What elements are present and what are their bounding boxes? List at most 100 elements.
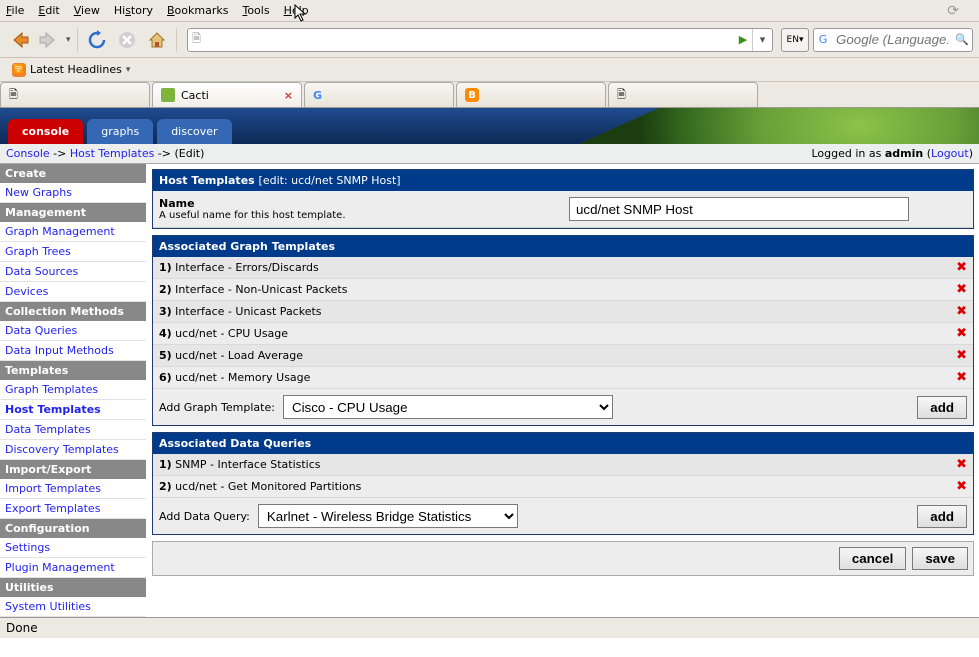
row-label: 2) ucd/net - Get Monitored Partitions	[159, 480, 361, 493]
menu-tools[interactable]: Tools	[242, 4, 269, 17]
home-button[interactable]	[144, 27, 170, 53]
stop-button[interactable]	[114, 27, 140, 53]
delete-icon[interactable]: ✖	[956, 370, 967, 385]
logout-link[interactable]: Logout	[931, 147, 969, 160]
data-query-row: 1) SNMP - Interface Statistics✖	[153, 454, 973, 476]
sidebar-item[interactable]: Host Templates	[0, 400, 146, 420]
menu-bookmarks[interactable]: Bookmarks	[167, 4, 228, 17]
add-gt-label: Add Graph Template:	[159, 401, 275, 414]
main-content: Host Templates [edit: ucd/net SNMP Host]…	[146, 164, 979, 617]
app-tab-graphs[interactable]: graphs	[87, 119, 153, 144]
sidebar-item[interactable]: Plugin Management	[0, 558, 146, 578]
browser-status-bar: Done	[0, 617, 979, 638]
delete-icon[interactable]: ✖	[956, 457, 967, 472]
menu-help[interactable]: Help	[284, 4, 309, 17]
delete-icon[interactable]: ✖	[956, 282, 967, 297]
graph-templates-panel: Associated Graph Templates 1) Interface …	[152, 235, 974, 426]
login-status: Logged in as admin (Logout)	[811, 147, 973, 160]
sidebar-heading: Utilities	[0, 578, 146, 597]
add-dq-button[interactable]: add	[917, 505, 967, 528]
sidebar: CreateNew GraphsManagementGraph Manageme…	[0, 164, 146, 617]
back-button[interactable]	[6, 27, 32, 53]
breadcrumb: Console -> Host Templates -> (Edit) Logg…	[0, 144, 979, 164]
go-button[interactable]: ▶	[734, 33, 752, 46]
latest-headlines-feed[interactable]: 🛜 Latest Headlines ▾	[6, 61, 136, 79]
sidebar-item[interactable]: Data Queries	[0, 321, 146, 341]
sidebar-item[interactable]: Graph Templates	[0, 380, 146, 400]
crumb-console[interactable]: Console	[6, 147, 50, 160]
blogger-favicon: B	[465, 88, 479, 102]
graph-template-row: 6) ucd/net - Memory Usage ✖	[153, 367, 973, 389]
add-gt-select[interactable]: Cisco - CPU Usage	[283, 395, 613, 419]
delete-icon[interactable]: ✖	[956, 304, 967, 319]
sidebar-heading: Create	[0, 164, 146, 183]
sidebar-item[interactable]: Data Input Methods	[0, 341, 146, 361]
sidebar-item[interactable]: Import Templates	[0, 479, 146, 499]
menu-file[interactable]: File	[6, 4, 24, 17]
url-dropdown[interactable]: ▾	[752, 29, 772, 51]
nav-history-dropdown[interactable]: ▾	[66, 35, 71, 45]
delete-icon[interactable]: ✖	[956, 260, 967, 275]
menu-edit[interactable]: Edit	[38, 4, 59, 17]
page-icon: 🗎	[617, 86, 626, 105]
name-field-row: Name A useful name for this host templat…	[153, 191, 973, 228]
url-bar[interactable]: 🗎 ▶ ▾	[187, 28, 773, 52]
delete-icon[interactable]: ✖	[956, 348, 967, 363]
add-gt-button[interactable]: add	[917, 396, 967, 419]
row-label: 4) ucd/net - CPU Usage	[159, 327, 288, 340]
graph-template-row: 4) ucd/net - CPU Usage ✖	[153, 323, 973, 345]
sidebar-item[interactable]: New Graphs	[0, 183, 146, 203]
row-label: 6) ucd/net - Memory Usage	[159, 371, 310, 384]
row-label: 3) Interface - Unicast Packets	[159, 305, 322, 318]
row-label: 2) Interface - Non-Unicast Packets	[159, 283, 347, 296]
browser-tab[interactable]: G	[304, 82, 454, 107]
name-desc: A useful name for this host template.	[159, 210, 559, 221]
row-label: 1) Interface - Errors/Discards	[159, 261, 319, 274]
sidebar-item[interactable]: System Utilities	[0, 597, 146, 617]
keyboard-layout-button[interactable]: EN▾	[781, 28, 809, 52]
sidebar-item[interactable]: Graph Management	[0, 222, 146, 242]
add-data-query-row: Add Data Query: Karlnet - Wireless Bridg…	[153, 498, 973, 534]
search-engine-icon[interactable]: G	[814, 33, 832, 46]
sidebar-item[interactable]: Graph Trees	[0, 242, 146, 262]
browser-tab[interactable]: 🗎	[608, 82, 758, 107]
app-tab-discover[interactable]: discover	[157, 119, 231, 144]
delete-icon[interactable]: ✖	[956, 326, 967, 341]
cacti-logo-art	[579, 108, 979, 144]
sidebar-item[interactable]: Settings	[0, 538, 146, 558]
rss-icon: 🛜	[12, 63, 26, 77]
throbber-icon: ⟳	[947, 3, 959, 19]
name-input[interactable]	[569, 197, 909, 221]
browser-tab[interactable]: 🗎	[0, 82, 150, 107]
sidebar-item[interactable]: Discovery Templates	[0, 440, 146, 460]
data-query-row: 2) ucd/net - Get Monitored Partitions ✖	[153, 476, 973, 498]
browser-tab[interactable]: 🌵Cacti×	[152, 82, 302, 107]
sidebar-heading: Configuration	[0, 519, 146, 538]
forward-button[interactable]	[36, 27, 62, 53]
sidebar-heading: Import/Export	[0, 460, 146, 479]
sidebar-item[interactable]: Data Templates	[0, 420, 146, 440]
save-button[interactable]: save	[912, 547, 968, 570]
graph-template-row: 1) Interface - Errors/Discards ✖	[153, 257, 973, 279]
url-input[interactable]	[206, 32, 734, 47]
search-bar[interactable]: G 🔍	[813, 28, 973, 52]
browser-tab[interactable]: B	[456, 82, 606, 107]
browser-menubar: File Edit View History Bookmarks Tools H…	[0, 0, 979, 22]
sidebar-item[interactable]: Data Sources	[0, 262, 146, 282]
sidebar-item[interactable]: Export Templates	[0, 499, 146, 519]
add-dq-select[interactable]: Karlnet - Wireless Bridge Statistics	[258, 504, 518, 528]
crumb-host-templates[interactable]: Host Templates	[70, 147, 154, 160]
sidebar-heading: Management	[0, 203, 146, 222]
close-tab-icon[interactable]: ×	[284, 89, 293, 102]
search-icon[interactable]: 🔍	[952, 33, 972, 46]
menu-history[interactable]: History	[114, 4, 153, 17]
bookmarks-bar: 🛜 Latest Headlines ▾	[0, 58, 979, 82]
menu-view[interactable]: View	[74, 4, 100, 17]
search-input[interactable]	[832, 32, 952, 47]
cancel-button[interactable]: cancel	[839, 547, 907, 570]
reload-button[interactable]	[84, 27, 110, 53]
sidebar-item[interactable]: Devices	[0, 282, 146, 302]
app-tab-console[interactable]: console	[8, 119, 83, 144]
browser-toolbar: ▾ 🗎 ▶ ▾ EN▾ G 🔍	[0, 22, 979, 58]
delete-icon[interactable]: ✖	[956, 479, 967, 494]
